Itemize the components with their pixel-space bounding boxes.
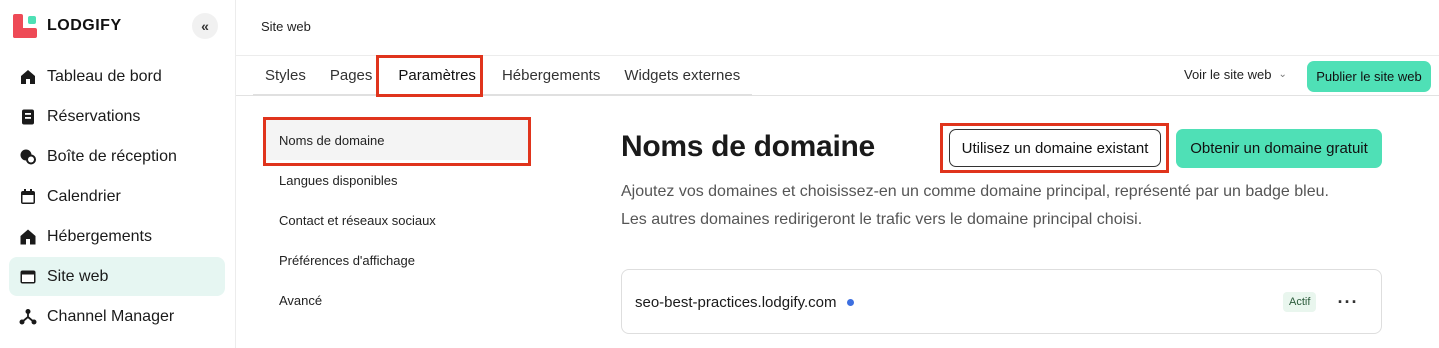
home-icon bbox=[19, 228, 37, 246]
sidebar-item-website[interactable]: Site web bbox=[9, 257, 225, 296]
calendar-icon bbox=[19, 188, 37, 206]
settings-item-display-preferences[interactable]: Préférences d'affichage bbox=[264, 240, 529, 280]
sidebar-item-dashboard[interactable]: Tableau de bord bbox=[9, 57, 225, 96]
highlight-existing-domain-button bbox=[940, 123, 1169, 173]
publish-site-button[interactable]: Publier le site web bbox=[1307, 61, 1431, 92]
sidebar-item-label: Boîte de réception bbox=[47, 147, 177, 165]
website-icon bbox=[19, 268, 37, 286]
sidebar-item-channel-manager[interactable]: Channel Manager bbox=[9, 297, 225, 336]
breadcrumb: Site web bbox=[261, 19, 311, 34]
lodgify-logo bbox=[13, 14, 37, 38]
tab-pages[interactable]: Pages bbox=[318, 56, 385, 94]
tab-accommodations[interactable]: Hébergements bbox=[490, 56, 612, 94]
collapse-sidebar-button[interactable]: « bbox=[192, 13, 218, 39]
status-badge: Actif bbox=[1283, 292, 1317, 312]
sidebar-item-label: Tableau de bord bbox=[47, 67, 162, 85]
inbox-icon bbox=[19, 148, 37, 166]
view-site-label: Voir le site web bbox=[1184, 67, 1272, 82]
primary-domain-dot bbox=[847, 299, 854, 306]
brand[interactable]: LODGIFY bbox=[13, 14, 122, 38]
domain-name: seo-best-practices.lodgify.com bbox=[635, 294, 837, 311]
get-free-domain-button[interactable]: Obtenir un domaine gratuit bbox=[1176, 129, 1382, 168]
view-site-dropdown[interactable]: Voir le site web ⌄ bbox=[1184, 67, 1287, 82]
sidebar-nav: Tableau de bord Réservations Boîte de ré… bbox=[9, 57, 225, 337]
settings-item-advanced[interactable]: Avancé bbox=[264, 280, 529, 320]
tab-styles[interactable]: Styles bbox=[253, 56, 318, 94]
highlight-tab-settings bbox=[376, 55, 483, 97]
sidebar-item-label: Channel Manager bbox=[47, 307, 175, 325]
domain-row: seo-best-practices.lodgify.com Actif ··· bbox=[621, 269, 1382, 334]
highlight-domain-names bbox=[263, 117, 531, 166]
sidebar-item-inbox[interactable]: Boîte de réception bbox=[9, 137, 225, 176]
sidebar: LODGIFY « Tableau de bord Réservations B… bbox=[0, 0, 236, 348]
description-line: Ajoutez vos domaines et choisissez-en un… bbox=[621, 183, 1329, 200]
tab-external-widgets[interactable]: Widgets externes bbox=[612, 56, 752, 94]
chevron-down-icon: ⌄ bbox=[1278, 69, 1287, 80]
sidebar-item-reservations[interactable]: Réservations bbox=[9, 97, 225, 136]
double-chevron-left-icon: « bbox=[201, 18, 209, 34]
settings-item-languages[interactable]: Langues disponibles bbox=[264, 160, 529, 200]
sidebar-item-accommodations[interactable]: Hébergements bbox=[9, 217, 225, 256]
more-options-button[interactable]: ··· bbox=[1335, 289, 1361, 315]
reservations-icon bbox=[19, 108, 37, 126]
page-title: Noms de domaine bbox=[621, 130, 875, 163]
brand-name: LODGIFY bbox=[47, 17, 122, 34]
sidebar-item-calendar[interactable]: Calendrier bbox=[9, 177, 225, 216]
sidebar-item-label: Hébergements bbox=[47, 227, 152, 245]
tab-list: Styles Pages Paramètres Hébergements Wid… bbox=[253, 56, 753, 96]
sidebar-item-label: Calendrier bbox=[47, 187, 121, 205]
settings-item-contact-social[interactable]: Contact et réseaux sociaux bbox=[264, 200, 529, 240]
sidebar-item-label: Site web bbox=[47, 267, 109, 285]
dashboard-icon bbox=[19, 68, 37, 86]
channel-manager-icon bbox=[19, 308, 37, 326]
description-line: Les autres domaines redirigeront le traf… bbox=[621, 211, 1143, 228]
page-description: Ajoutez vos domaines et choisissez-en un… bbox=[621, 178, 1401, 234]
page-header: Site web bbox=[236, 0, 1439, 56]
sidebar-item-label: Réservations bbox=[47, 107, 141, 125]
